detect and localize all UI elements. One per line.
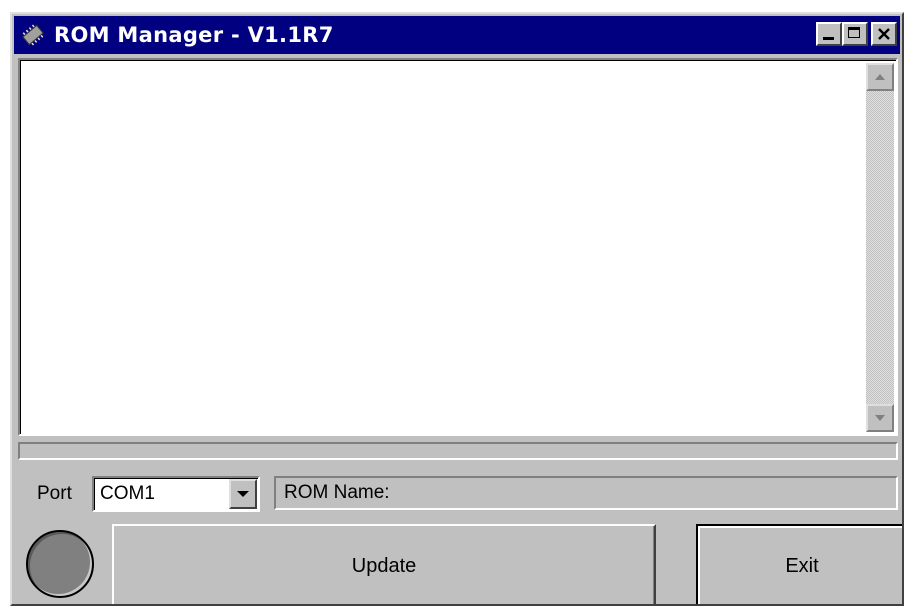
rom-name-label: ROM Name: — [284, 482, 390, 503]
port-value: COM1 — [100, 483, 155, 504]
chevron-down-icon — [237, 491, 249, 497]
minimize-button[interactable] — [816, 22, 842, 46]
minimize-icon — [823, 37, 834, 40]
exit-button[interactable]: Exit — [696, 524, 902, 604]
arrow-up-icon — [875, 74, 885, 80]
scroll-up-button[interactable] — [866, 63, 894, 91]
arrow-down-icon — [875, 415, 885, 421]
title-buttons — [816, 22, 897, 46]
port-label: Port — [37, 483, 72, 504]
status-indicator-light — [26, 530, 94, 598]
vertical-scrollbar[interactable] — [866, 63, 894, 432]
port-dropdown-button[interactable] — [229, 479, 257, 509]
chip-icon — [18, 20, 48, 50]
scroll-down-button[interactable] — [866, 404, 894, 432]
maximize-button[interactable] — [842, 22, 868, 46]
progress-bar — [18, 442, 898, 460]
update-button[interactable]: Update — [112, 524, 656, 604]
title-bar[interactable]: ROM Manager - V1.1R7 — [14, 16, 900, 54]
close-button[interactable] — [871, 22, 897, 46]
log-output[interactable] — [18, 58, 898, 436]
port-select[interactable]: COM1 — [92, 476, 260, 512]
rom-manager-window: ROM Manager - V1.1R7 Port COM1 ROM Name:… — [10, 12, 904, 606]
maximize-icon — [848, 27, 860, 38]
close-icon — [873, 24, 895, 44]
rom-name-field: ROM Name: — [274, 476, 898, 510]
window-title: ROM Manager - V1.1R7 — [54, 23, 334, 47]
